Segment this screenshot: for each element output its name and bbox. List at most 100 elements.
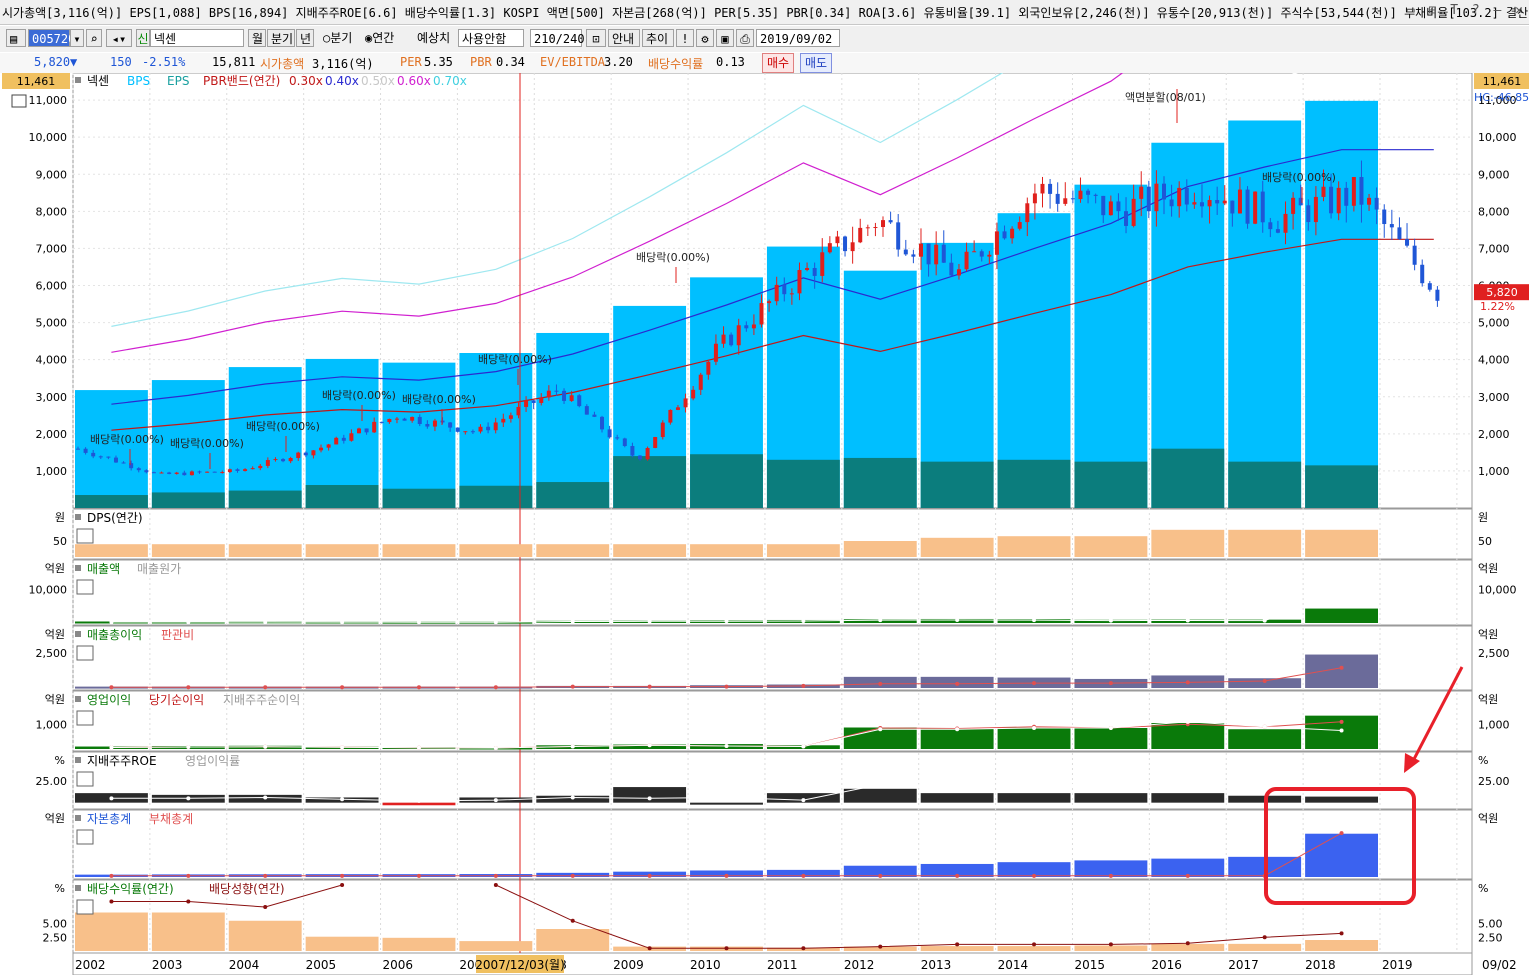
- help-icon[interactable]: ?: [1472, 3, 1480, 18]
- sub-legend: 지배주주ROE: [87, 754, 157, 768]
- panel-chart-icon: [76, 899, 94, 915]
- candle-body: [660, 422, 665, 438]
- current-pct-label: 1.22%: [1480, 300, 1515, 313]
- x-tick-label: 2012: [844, 958, 875, 972]
- trend-button[interactable]: 추이: [642, 29, 674, 47]
- forecast-select[interactable]: 사용안함: [458, 29, 524, 47]
- x-tick-label: 2002: [75, 958, 106, 972]
- candle-body: [1139, 186, 1144, 199]
- quarter-button[interactable]: 분기: [267, 29, 295, 47]
- roe-bar: [843, 788, 917, 803]
- x-tick-label: 2013: [921, 958, 952, 972]
- dividend-yield-bar: [920, 946, 994, 951]
- range-field[interactable]: 210/240: [530, 29, 585, 47]
- candle-body: [356, 428, 361, 434]
- sound-icon[interactable]: ◂▾: [106, 29, 132, 47]
- restore-icon[interactable]: ▭: [1407, 3, 1415, 18]
- operating-income-bar: [920, 728, 994, 749]
- candle-body: [478, 426, 483, 432]
- grid-icon[interactable]: ⊞: [1429, 3, 1437, 18]
- candle-body: [1032, 193, 1037, 204]
- candle-body: [789, 293, 794, 295]
- search-icon[interactable]: ⌕: [86, 29, 102, 47]
- code-dropdown-icon[interactable]: ▾: [70, 29, 84, 47]
- ev-label: EV/EBITDA: [540, 55, 606, 69]
- radio-annual[interactable]: ◉연간: [362, 29, 408, 47]
- candle-body: [1321, 186, 1326, 197]
- down-arrow-icon: ▼: [70, 55, 78, 69]
- candle-body: [546, 390, 551, 398]
- date-field[interactable]: 2019/09/02: [756, 29, 840, 47]
- sell-button[interactable]: 매도: [800, 53, 833, 73]
- stock-name-field[interactable]: 넥센: [150, 29, 244, 47]
- dps-bar: [766, 544, 840, 557]
- candle-body: [668, 409, 673, 423]
- sub-tick-right: 2.50: [1478, 931, 1503, 944]
- sub-tick-right: 5.00: [1478, 918, 1503, 931]
- price-tick-left: 1,000: [36, 465, 68, 478]
- x-tick-label: 2018: [1305, 958, 1336, 972]
- dps-bar: [1228, 529, 1302, 557]
- eps-bar: [766, 459, 840, 508]
- save-icon[interactable]: ▣: [716, 29, 734, 47]
- candle-body: [151, 472, 156, 474]
- close-icon[interactable]: ✕: [1515, 3, 1523, 18]
- dps-bar: [382, 544, 456, 557]
- x-end-label: 09/02: [1482, 958, 1517, 972]
- candle-body: [1070, 198, 1075, 200]
- dps-bar: [75, 544, 148, 557]
- sub-legend: 영업이익률: [185, 754, 240, 768]
- candle-body: [729, 334, 734, 346]
- minimize-icon[interactable]: —: [1494, 3, 1502, 18]
- x-tick-label: 2016: [1151, 958, 1182, 972]
- candle-body: [645, 447, 650, 460]
- panel-chart-icon: [76, 579, 94, 595]
- candle-body: [394, 418, 399, 420]
- financial-chart[interactable]: 1,000 1,000 2,000 2,000 3,000 3,000 4,000 4,000…: [0, 0, 1529, 976]
- dps-bar: [228, 544, 302, 557]
- candle-body: [835, 236, 840, 244]
- menu-icon[interactable]: ▤: [6, 29, 26, 47]
- text-icon[interactable]: T: [1450, 3, 1458, 18]
- zoom-icon[interactable]: ⊡: [586, 29, 606, 47]
- candle-body: [1177, 187, 1182, 207]
- sub-legend: 당기순이익: [149, 693, 204, 707]
- price-tick-left: 6,000: [36, 280, 68, 293]
- candle-body: [774, 284, 779, 302]
- calendar-icon: [11, 94, 27, 108]
- print-icon[interactable]: ⎙: [736, 29, 754, 47]
- candle-body: [782, 284, 787, 295]
- candle-body: [1382, 209, 1387, 225]
- price-tick-left: 8,000: [36, 205, 68, 218]
- candle-body: [113, 457, 118, 463]
- roe-bar: [382, 802, 456, 806]
- candle-body: [812, 267, 817, 276]
- candle-body: [182, 472, 187, 476]
- price-change: 150: [110, 55, 132, 69]
- candle-body: [896, 222, 901, 250]
- guide-button[interactable]: 안내: [608, 29, 640, 47]
- candle-body: [319, 447, 324, 451]
- price-tick-left: 9,000: [36, 168, 68, 181]
- candle-body: [713, 343, 718, 362]
- buy-button[interactable]: 매수: [762, 53, 795, 73]
- candle-body: [584, 406, 589, 415]
- operating-income-bar: [1228, 729, 1302, 749]
- month-button[interactable]: 월: [248, 29, 266, 47]
- alert-button[interactable]: !: [676, 29, 694, 47]
- settings-icon[interactable]: ⚙: [696, 29, 714, 47]
- dividend-yield-bar: [459, 941, 533, 951]
- price-tick-right: 3,000: [1478, 391, 1510, 404]
- candle-body: [1389, 224, 1394, 228]
- candle-body: [934, 244, 939, 265]
- candle-body: [987, 254, 992, 257]
- sub-tick-left: 10,000: [29, 583, 68, 596]
- roe-bar: [1074, 793, 1148, 803]
- stock-code-input[interactable]: 005720: [28, 29, 75, 47]
- candle-body: [296, 452, 301, 459]
- candle-body: [767, 301, 772, 304]
- candle-body: [1329, 186, 1334, 214]
- radio-quarter[interactable]: ○분기: [320, 29, 364, 47]
- chart-area[interactable]: 1,000 1,000 2,000 2,000 3,000 3,000 4,000 4,000…: [0, 0, 1529, 976]
- year-button[interactable]: 년: [296, 29, 314, 47]
